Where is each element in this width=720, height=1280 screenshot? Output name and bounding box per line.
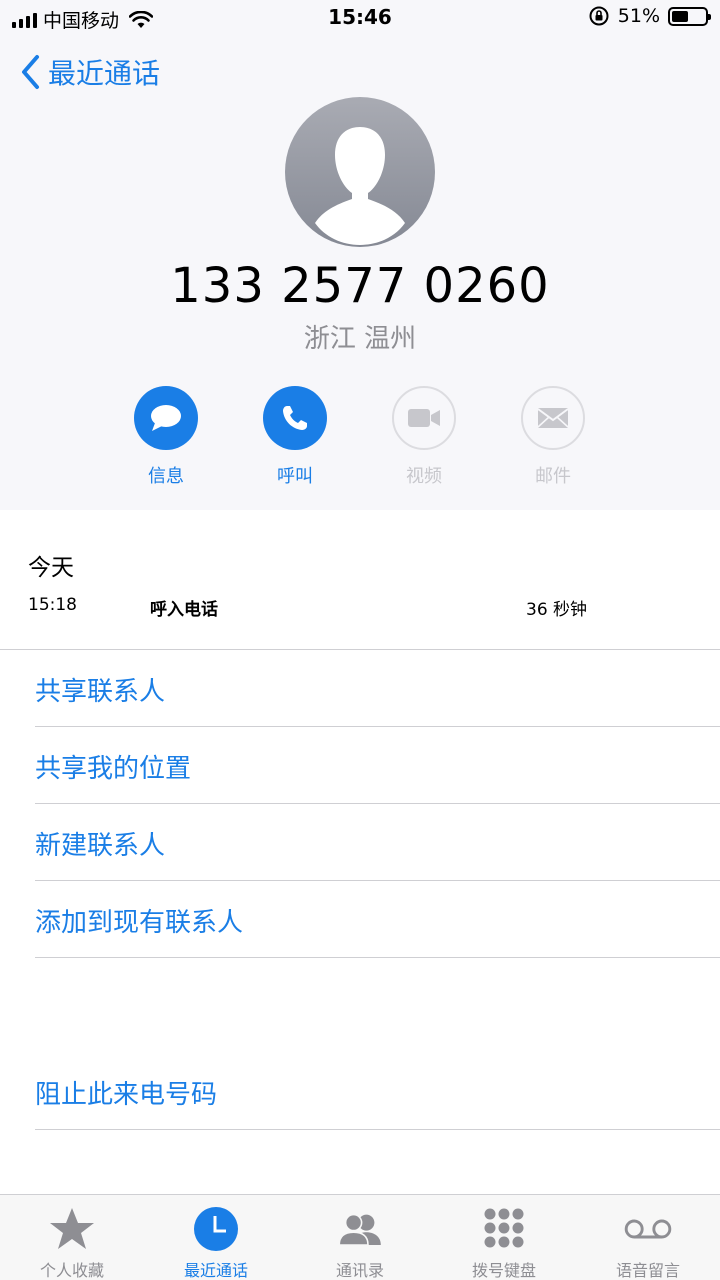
call-history: 今天 15:18 呼入电话 36 秒钟 [0, 510, 720, 650]
battery-icon [668, 6, 711, 26]
keypad-icon [484, 1208, 524, 1248]
call-type: 呼入电话 [150, 600, 218, 620]
tab-label: 语音留言 [615, 1261, 680, 1280]
tab-bar: 个人收藏 最近通话 通讯录 拨号键盘 语音留言 [0, 1194, 720, 1280]
tab-recents[interactable]: 最近通话 [144, 1195, 288, 1280]
block-caller-button[interactable]: 阻止此来电号码 [35, 1074, 217, 1111]
phone-number[interactable]: 133 2577 0260 [0, 258, 720, 314]
call-button[interactable]: 呼叫 [245, 386, 345, 488]
mail-label: 邮件 [535, 466, 571, 487]
tab-label: 拨号键盘 [471, 1261, 536, 1280]
contacts-icon [338, 1213, 381, 1246]
share-contact-button[interactable]: 共享联系人 [35, 671, 165, 708]
divider [35, 880, 720, 881]
tab-voicemail[interactable]: 语音留言 [576, 1195, 720, 1280]
video-button: 视频 [374, 386, 474, 488]
message-button[interactable]: 信息 [116, 386, 216, 488]
add-to-existing-contact-button[interactable]: 添加到现有联系人 [35, 902, 243, 939]
orientation-lock-icon [589, 6, 609, 26]
video-icon [408, 409, 440, 427]
mail-button: 邮件 [503, 386, 603, 488]
phone-icon [283, 406, 307, 430]
clock-icon [194, 1207, 238, 1251]
contact-header: 中国移动 15:46 51% 最近通话 133 2577 0260 浙江 温州 … [0, 0, 720, 510]
divider [35, 726, 720, 727]
back-button[interactable]: 最近通话 [20, 52, 160, 92]
video-label: 视频 [406, 466, 442, 487]
person-silhouette-icon [315, 127, 405, 245]
mail-icon [537, 408, 569, 428]
number-location: 浙江 温州 [303, 324, 417, 354]
call-label: 呼叫 [277, 466, 313, 487]
tab-contacts[interactable]: 通讯录 [288, 1195, 432, 1280]
status-bar: 中国移动 15:46 51% [0, 0, 720, 36]
tab-label: 最近通话 [183, 1261, 248, 1280]
voicemail-icon [624, 1219, 672, 1239]
history-day: 今天 [28, 555, 74, 581]
star-icon [50, 1208, 94, 1249]
share-location-button[interactable]: 共享我的位置 [35, 748, 191, 785]
call-duration: 36 秒钟 [526, 600, 588, 620]
new-contact-button[interactable]: 新建联系人 [35, 825, 165, 862]
battery-percent: 51% [617, 5, 660, 27]
call-time: 15:18 [28, 595, 77, 615]
divider [35, 1129, 720, 1130]
chevron-left-icon [22, 55, 39, 89]
message-icon [151, 405, 181, 431]
divider [0, 649, 720, 650]
back-label: 最近通话 [48, 57, 161, 90]
divider [35, 957, 720, 958]
tab-label: 个人收藏 [39, 1261, 104, 1280]
avatar [285, 97, 435, 247]
tab-keypad[interactable]: 拨号键盘 [432, 1195, 576, 1280]
tab-label: 通讯录 [335, 1261, 384, 1280]
divider [35, 803, 720, 804]
tab-favorites[interactable]: 个人收藏 [0, 1195, 144, 1280]
message-label: 信息 [148, 466, 184, 487]
